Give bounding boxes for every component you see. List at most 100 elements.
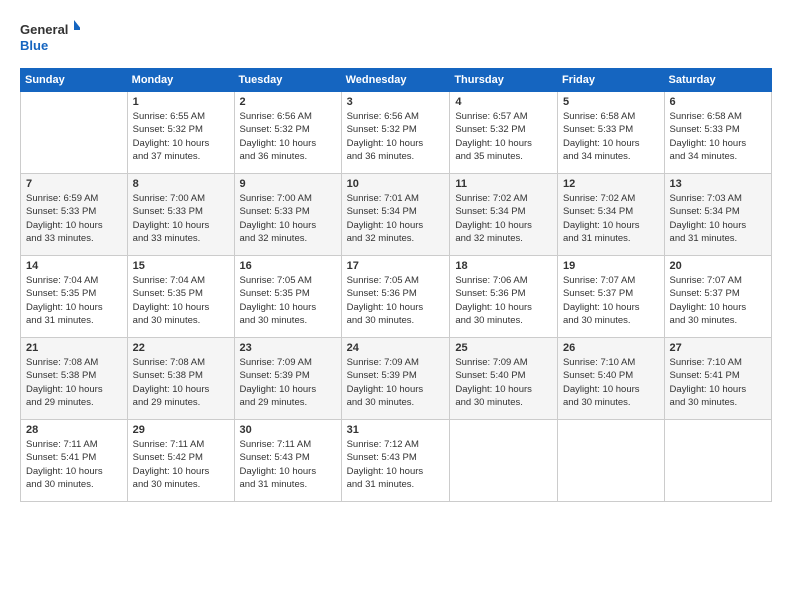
- day-number: 2: [240, 96, 336, 108]
- calendar-cell-w2d4: 10 Sunrise: 7:01 AM Sunset: 5:34 PM Dayli…: [341, 174, 450, 256]
- day-number: 31: [347, 424, 445, 436]
- day-number: 8: [133, 178, 229, 190]
- day-info: Sunrise: 7:05 AM Sunset: 5:35 PM Dayligh…: [240, 274, 336, 327]
- calendar-cell-w2d3: 9 Sunrise: 7:00 AM Sunset: 5:33 PM Daylig…: [234, 174, 341, 256]
- day-number: 17: [347, 260, 445, 272]
- day-number: 19: [563, 260, 659, 272]
- header-wednesday: Wednesday: [341, 69, 450, 92]
- calendar-cell-w3d1: 14Sunrise: 7:04 AM Sunset: 5:35 PM Dayli…: [21, 256, 128, 338]
- day-info: Sunrise: 7:11 AM Sunset: 5:43 PM Dayligh…: [240, 438, 336, 491]
- day-info: Sunrise: 7:08 AM Sunset: 5:38 PM Dayligh…: [26, 356, 122, 409]
- calendar-cell-w4d3: 23 Sunrise: 7:09 AM Sunset: 5:39 PM Dayli…: [234, 338, 341, 420]
- svg-text:Blue: Blue: [20, 38, 48, 53]
- calendar-cell-w1d2: 1Sunrise: 6:55 AM Sunset: 5:32 PM Daylig…: [127, 92, 234, 174]
- day-number: 7: [26, 178, 122, 190]
- calendar-week-5: 28 Sunrise: 7:11 AM Sunset: 5:41 PM Dayli…: [21, 420, 772, 502]
- day-number: 30: [240, 424, 336, 436]
- day-info: Sunrise: 7:09 AM Sunset: 5:39 PM Dayligh…: [347, 356, 445, 409]
- calendar-cell-w4d2: 22 Sunrise: 7:08 AM Sunset: 5:38 PM Dayli…: [127, 338, 234, 420]
- day-info: Sunrise: 7:00 AM Sunset: 5:33 PM Dayligh…: [240, 192, 336, 245]
- day-info: Sunrise: 7:07 AM Sunset: 5:37 PM Dayligh…: [563, 274, 659, 327]
- header-tuesday: Tuesday: [234, 69, 341, 92]
- day-info: Sunrise: 7:09 AM Sunset: 5:39 PM Dayligh…: [240, 356, 336, 409]
- day-info: Sunrise: 7:00 AM Sunset: 5:33 PM Dayligh…: [133, 192, 229, 245]
- calendar-cell-w5d7: [664, 420, 771, 502]
- header-thursday: Thursday: [450, 69, 558, 92]
- calendar-cell-w1d6: 5Sunrise: 6:58 AM Sunset: 5:33 PM Daylig…: [557, 92, 664, 174]
- day-number: 6: [670, 96, 766, 108]
- calendar-cell-w2d1: 7 Sunrise: 6:59 AM Sunset: 5:33 PM Daylig…: [21, 174, 128, 256]
- header-friday: Friday: [557, 69, 664, 92]
- day-number: 5: [563, 96, 659, 108]
- calendar-cell-w1d3: 2 Sunrise: 6:56 AM Sunset: 5:32 PM Daylig…: [234, 92, 341, 174]
- day-info: Sunrise: 7:12 AM Sunset: 5:43 PM Dayligh…: [347, 438, 445, 491]
- day-number: 25: [455, 342, 552, 354]
- day-info: Sunrise: 6:56 AM Sunset: 5:32 PM Dayligh…: [240, 110, 336, 163]
- day-info: Sunrise: 7:06 AM Sunset: 5:36 PM Dayligh…: [455, 274, 552, 327]
- day-info: Sunrise: 7:02 AM Sunset: 5:34 PM Dayligh…: [455, 192, 552, 245]
- day-info: Sunrise: 7:02 AM Sunset: 5:34 PM Dayligh…: [563, 192, 659, 245]
- calendar-cell-w5d5: [450, 420, 558, 502]
- calendar-cell-w1d7: 6 Sunrise: 6:58 AM Sunset: 5:33 PM Daylig…: [664, 92, 771, 174]
- day-number: 14: [26, 260, 122, 272]
- calendar-cell-w2d2: 8 Sunrise: 7:00 AM Sunset: 5:33 PM Daylig…: [127, 174, 234, 256]
- day-info: Sunrise: 7:07 AM Sunset: 5:37 PM Dayligh…: [670, 274, 766, 327]
- day-info: Sunrise: 7:10 AM Sunset: 5:40 PM Dayligh…: [563, 356, 659, 409]
- calendar-cell-w2d5: 11 Sunrise: 7:02 AM Sunset: 5:34 PM Dayli…: [450, 174, 558, 256]
- calendar-cell-w4d7: 27Sunrise: 7:10 AM Sunset: 5:41 PM Dayli…: [664, 338, 771, 420]
- day-info: Sunrise: 7:11 AM Sunset: 5:42 PM Dayligh…: [133, 438, 229, 491]
- day-info: Sunrise: 7:03 AM Sunset: 5:34 PM Dayligh…: [670, 192, 766, 245]
- calendar-table: SundayMondayTuesdayWednesdayThursdayFrid…: [20, 68, 772, 502]
- day-number: 13: [670, 178, 766, 190]
- day-number: 28: [26, 424, 122, 436]
- day-info: Sunrise: 6:57 AM Sunset: 5:32 PM Dayligh…: [455, 110, 552, 163]
- header: General Blue: [20, 18, 772, 58]
- day-number: 11: [455, 178, 552, 190]
- day-number: 16: [240, 260, 336, 272]
- day-number: 20: [670, 260, 766, 272]
- calendar-cell-w3d4: 17 Sunrise: 7:05 AM Sunset: 5:36 PM Dayli…: [341, 256, 450, 338]
- calendar-cell-w4d5: 25 Sunrise: 7:09 AM Sunset: 5:40 PM Dayli…: [450, 338, 558, 420]
- day-info: Sunrise: 7:01 AM Sunset: 5:34 PM Dayligh…: [347, 192, 445, 245]
- day-number: 3: [347, 96, 445, 108]
- day-info: Sunrise: 7:08 AM Sunset: 5:38 PM Dayligh…: [133, 356, 229, 409]
- day-number: 21: [26, 342, 122, 354]
- day-info: Sunrise: 6:58 AM Sunset: 5:33 PM Dayligh…: [670, 110, 766, 163]
- calendar-cell-w1d4: 3 Sunrise: 6:56 AM Sunset: 5:32 PM Daylig…: [341, 92, 450, 174]
- calendar-cell-w5d4: 31 Sunrise: 7:12 AM Sunset: 5:43 PM Dayli…: [341, 420, 450, 502]
- day-info: Sunrise: 6:56 AM Sunset: 5:32 PM Dayligh…: [347, 110, 445, 163]
- day-info: Sunrise: 6:55 AM Sunset: 5:32 PM Dayligh…: [133, 110, 229, 163]
- calendar-cell-w5d3: 30 Sunrise: 7:11 AM Sunset: 5:43 PM Dayli…: [234, 420, 341, 502]
- day-number: 22: [133, 342, 229, 354]
- calendar-cell-w2d6: 12Sunrise: 7:02 AM Sunset: 5:34 PM Dayli…: [557, 174, 664, 256]
- day-number: 27: [670, 342, 766, 354]
- header-monday: Monday: [127, 69, 234, 92]
- day-number: 18: [455, 260, 552, 272]
- day-number: 9: [240, 178, 336, 190]
- day-info: Sunrise: 7:11 AM Sunset: 5:41 PM Dayligh…: [26, 438, 122, 491]
- calendar-cell-w1d5: 4 Sunrise: 6:57 AM Sunset: 5:32 PM Daylig…: [450, 92, 558, 174]
- calendar-week-3: 14Sunrise: 7:04 AM Sunset: 5:35 PM Dayli…: [21, 256, 772, 338]
- logo: General Blue: [20, 18, 80, 58]
- day-number: 4: [455, 96, 552, 108]
- day-number: 23: [240, 342, 336, 354]
- calendar-week-4: 21 Sunrise: 7:08 AM Sunset: 5:38 PM Dayli…: [21, 338, 772, 420]
- day-info: Sunrise: 7:09 AM Sunset: 5:40 PM Dayligh…: [455, 356, 552, 409]
- day-number: 29: [133, 424, 229, 436]
- day-info: Sunrise: 7:05 AM Sunset: 5:36 PM Dayligh…: [347, 274, 445, 327]
- svg-text:General: General: [20, 22, 68, 37]
- day-number: 10: [347, 178, 445, 190]
- calendar-cell-w5d1: 28 Sunrise: 7:11 AM Sunset: 5:41 PM Dayli…: [21, 420, 128, 502]
- calendar-cell-w2d7: 13 Sunrise: 7:03 AM Sunset: 5:34 PM Dayli…: [664, 174, 771, 256]
- calendar-week-1: 1Sunrise: 6:55 AM Sunset: 5:32 PM Daylig…: [21, 92, 772, 174]
- calendar-cell-w3d5: 18 Sunrise: 7:06 AM Sunset: 5:36 PM Dayli…: [450, 256, 558, 338]
- day-info: Sunrise: 6:59 AM Sunset: 5:33 PM Dayligh…: [26, 192, 122, 245]
- calendar-week-2: 7 Sunrise: 6:59 AM Sunset: 5:33 PM Daylig…: [21, 174, 772, 256]
- calendar-cell-w3d6: 19 Sunrise: 7:07 AM Sunset: 5:37 PM Dayli…: [557, 256, 664, 338]
- calendar-cell-w3d3: 16 Sunrise: 7:05 AM Sunset: 5:35 PM Dayli…: [234, 256, 341, 338]
- calendar-cell-w4d1: 21 Sunrise: 7:08 AM Sunset: 5:38 PM Dayli…: [21, 338, 128, 420]
- calendar-cell-w4d4: 24Sunrise: 7:09 AM Sunset: 5:39 PM Dayli…: [341, 338, 450, 420]
- calendar-cell-w5d6: [557, 420, 664, 502]
- page: General Blue SundayMondayTuesdayWednesda…: [0, 0, 792, 612]
- header-saturday: Saturday: [664, 69, 771, 92]
